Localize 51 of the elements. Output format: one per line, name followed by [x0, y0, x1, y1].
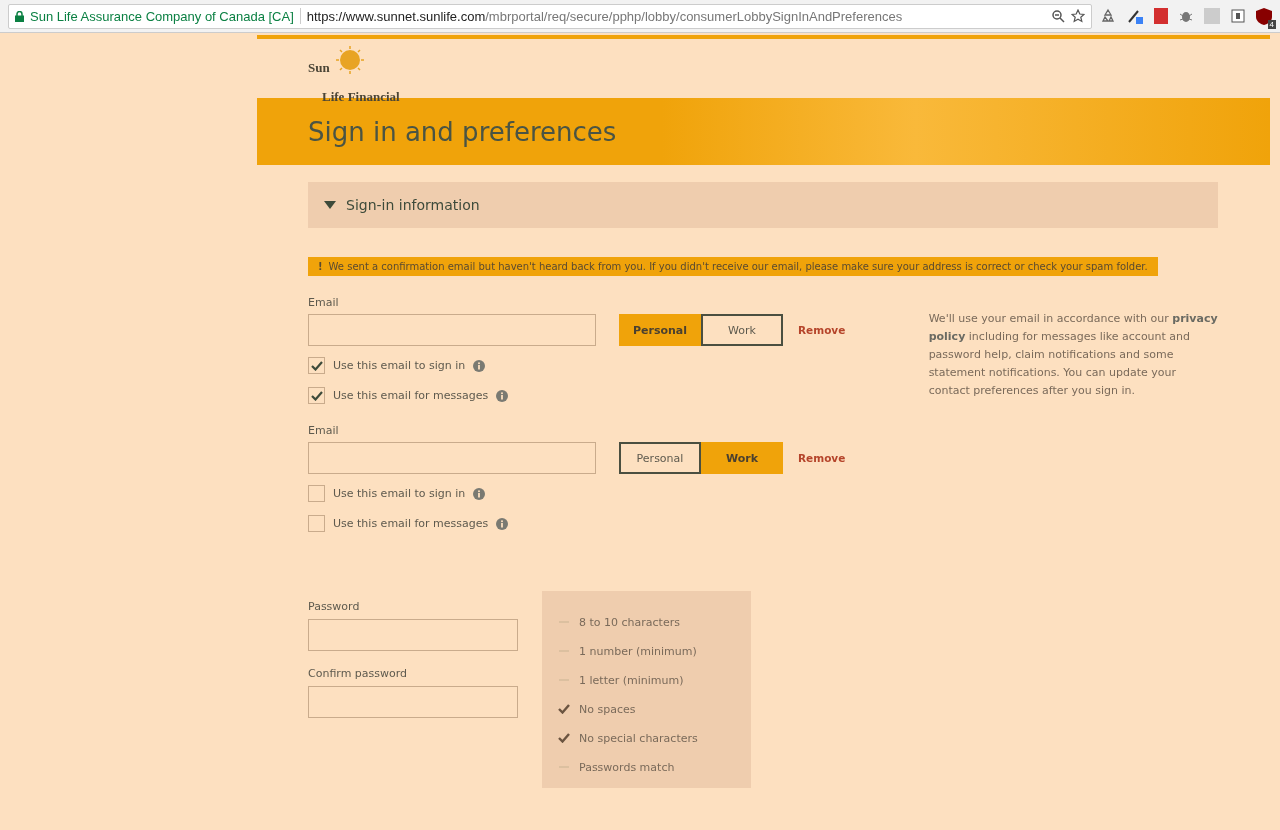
caret-icon — [324, 201, 336, 209]
section-header[interactable]: Sign-in information — [308, 182, 1218, 228]
requirement-text: 8 to 10 characters — [579, 615, 680, 629]
requirement-text: 1 number (minimum) — [579, 644, 697, 658]
url-text: https://www.sunnet.sunlife.com/mbrportal/req/secure/pphp/lobby/consumerLobbySignInAndPreferences — [306, 8, 903, 24]
star-icon[interactable] — [1071, 9, 1085, 23]
confirm-password-field[interactable] — [308, 686, 518, 718]
email-field[interactable] — [308, 442, 596, 474]
remove-link[interactable]: Remove — [798, 452, 846, 464]
lock-icon — [15, 10, 24, 22]
requirement-text: Passwords match — [579, 760, 675, 774]
logo-text: Sun — [308, 61, 331, 74]
zoom-icon[interactable] — [1052, 9, 1065, 23]
field-label: Email — [308, 424, 340, 437]
info-icon[interactable] — [496, 517, 509, 530]
email-type-toggle[interactable]: Personal — [619, 314, 701, 346]
requirement-text: 1 letter (minimum) — [579, 673, 684, 687]
checkbox-label: Use this email for messages — [333, 389, 489, 402]
checkbox-label: Use this email to sign in — [333, 487, 466, 500]
email-field[interactable] — [308, 314, 596, 346]
shield-icon — [1256, 7, 1272, 25]
checkbox[interactable] — [308, 357, 325, 374]
info-icon[interactable] — [473, 359, 486, 372]
plug-icon[interactable] — [1230, 8, 1246, 24]
shield-extension[interactable]: 4 — [1256, 7, 1272, 25]
checkbox[interactable] — [308, 485, 325, 502]
field-label: Password — [308, 600, 361, 613]
requirement-text: No special characters — [579, 731, 698, 745]
warning-icon: ! — [318, 261, 323, 272]
checkbox-label: Use this email to sign in — [333, 359, 466, 372]
extension-badge: 4 — [1267, 19, 1276, 29]
privacy-note: We'll use your email in accordance with our privacy policy including for messages like account and password help, claim notifications and some statement notifications. You can update your contact preferences after you sign in. — [928, 311, 1218, 399]
field-label: Email — [308, 296, 340, 309]
site-name: Sun Life Assurance Company of Canada [CA] — [30, 8, 294, 24]
address-bar[interactable]: Sun Life Assurance Company of Canada [CA] https://www.sunnet.sunlife.com/mbrportal/req/secure/pphp/lobby/consumerLobbySignInAndPreferences — [8, 3, 1092, 29]
info-icon[interactable] — [473, 487, 486, 500]
field-label: Confirm password — [308, 667, 409, 680]
info-icon[interactable] — [496, 389, 509, 402]
requirement-text: No spaces — [579, 702, 636, 716]
password-field[interactable] — [308, 619, 518, 651]
email-type-toggle[interactable]: Work — [701, 442, 783, 474]
email-type-toggle[interactable]: Work — [701, 314, 783, 346]
sun-logo-icon — [335, 45, 365, 75]
checkbox[interactable] — [308, 387, 325, 404]
recycle-icon[interactable] — [1100, 8, 1116, 24]
page-title: Sign in and preferences — [308, 116, 617, 147]
remove-link[interactable]: Remove — [798, 324, 846, 336]
email-type-toggle[interactable]: Personal — [619, 442, 701, 474]
checkbox[interactable] — [308, 515, 325, 532]
checkbox-label: Use this email for messages — [333, 517, 489, 530]
warning-text: We sent a confirmation email but haven't heard back from you. If you didn't receive our email, please make sure your address is correct or check your spam folder. — [328, 261, 1148, 272]
